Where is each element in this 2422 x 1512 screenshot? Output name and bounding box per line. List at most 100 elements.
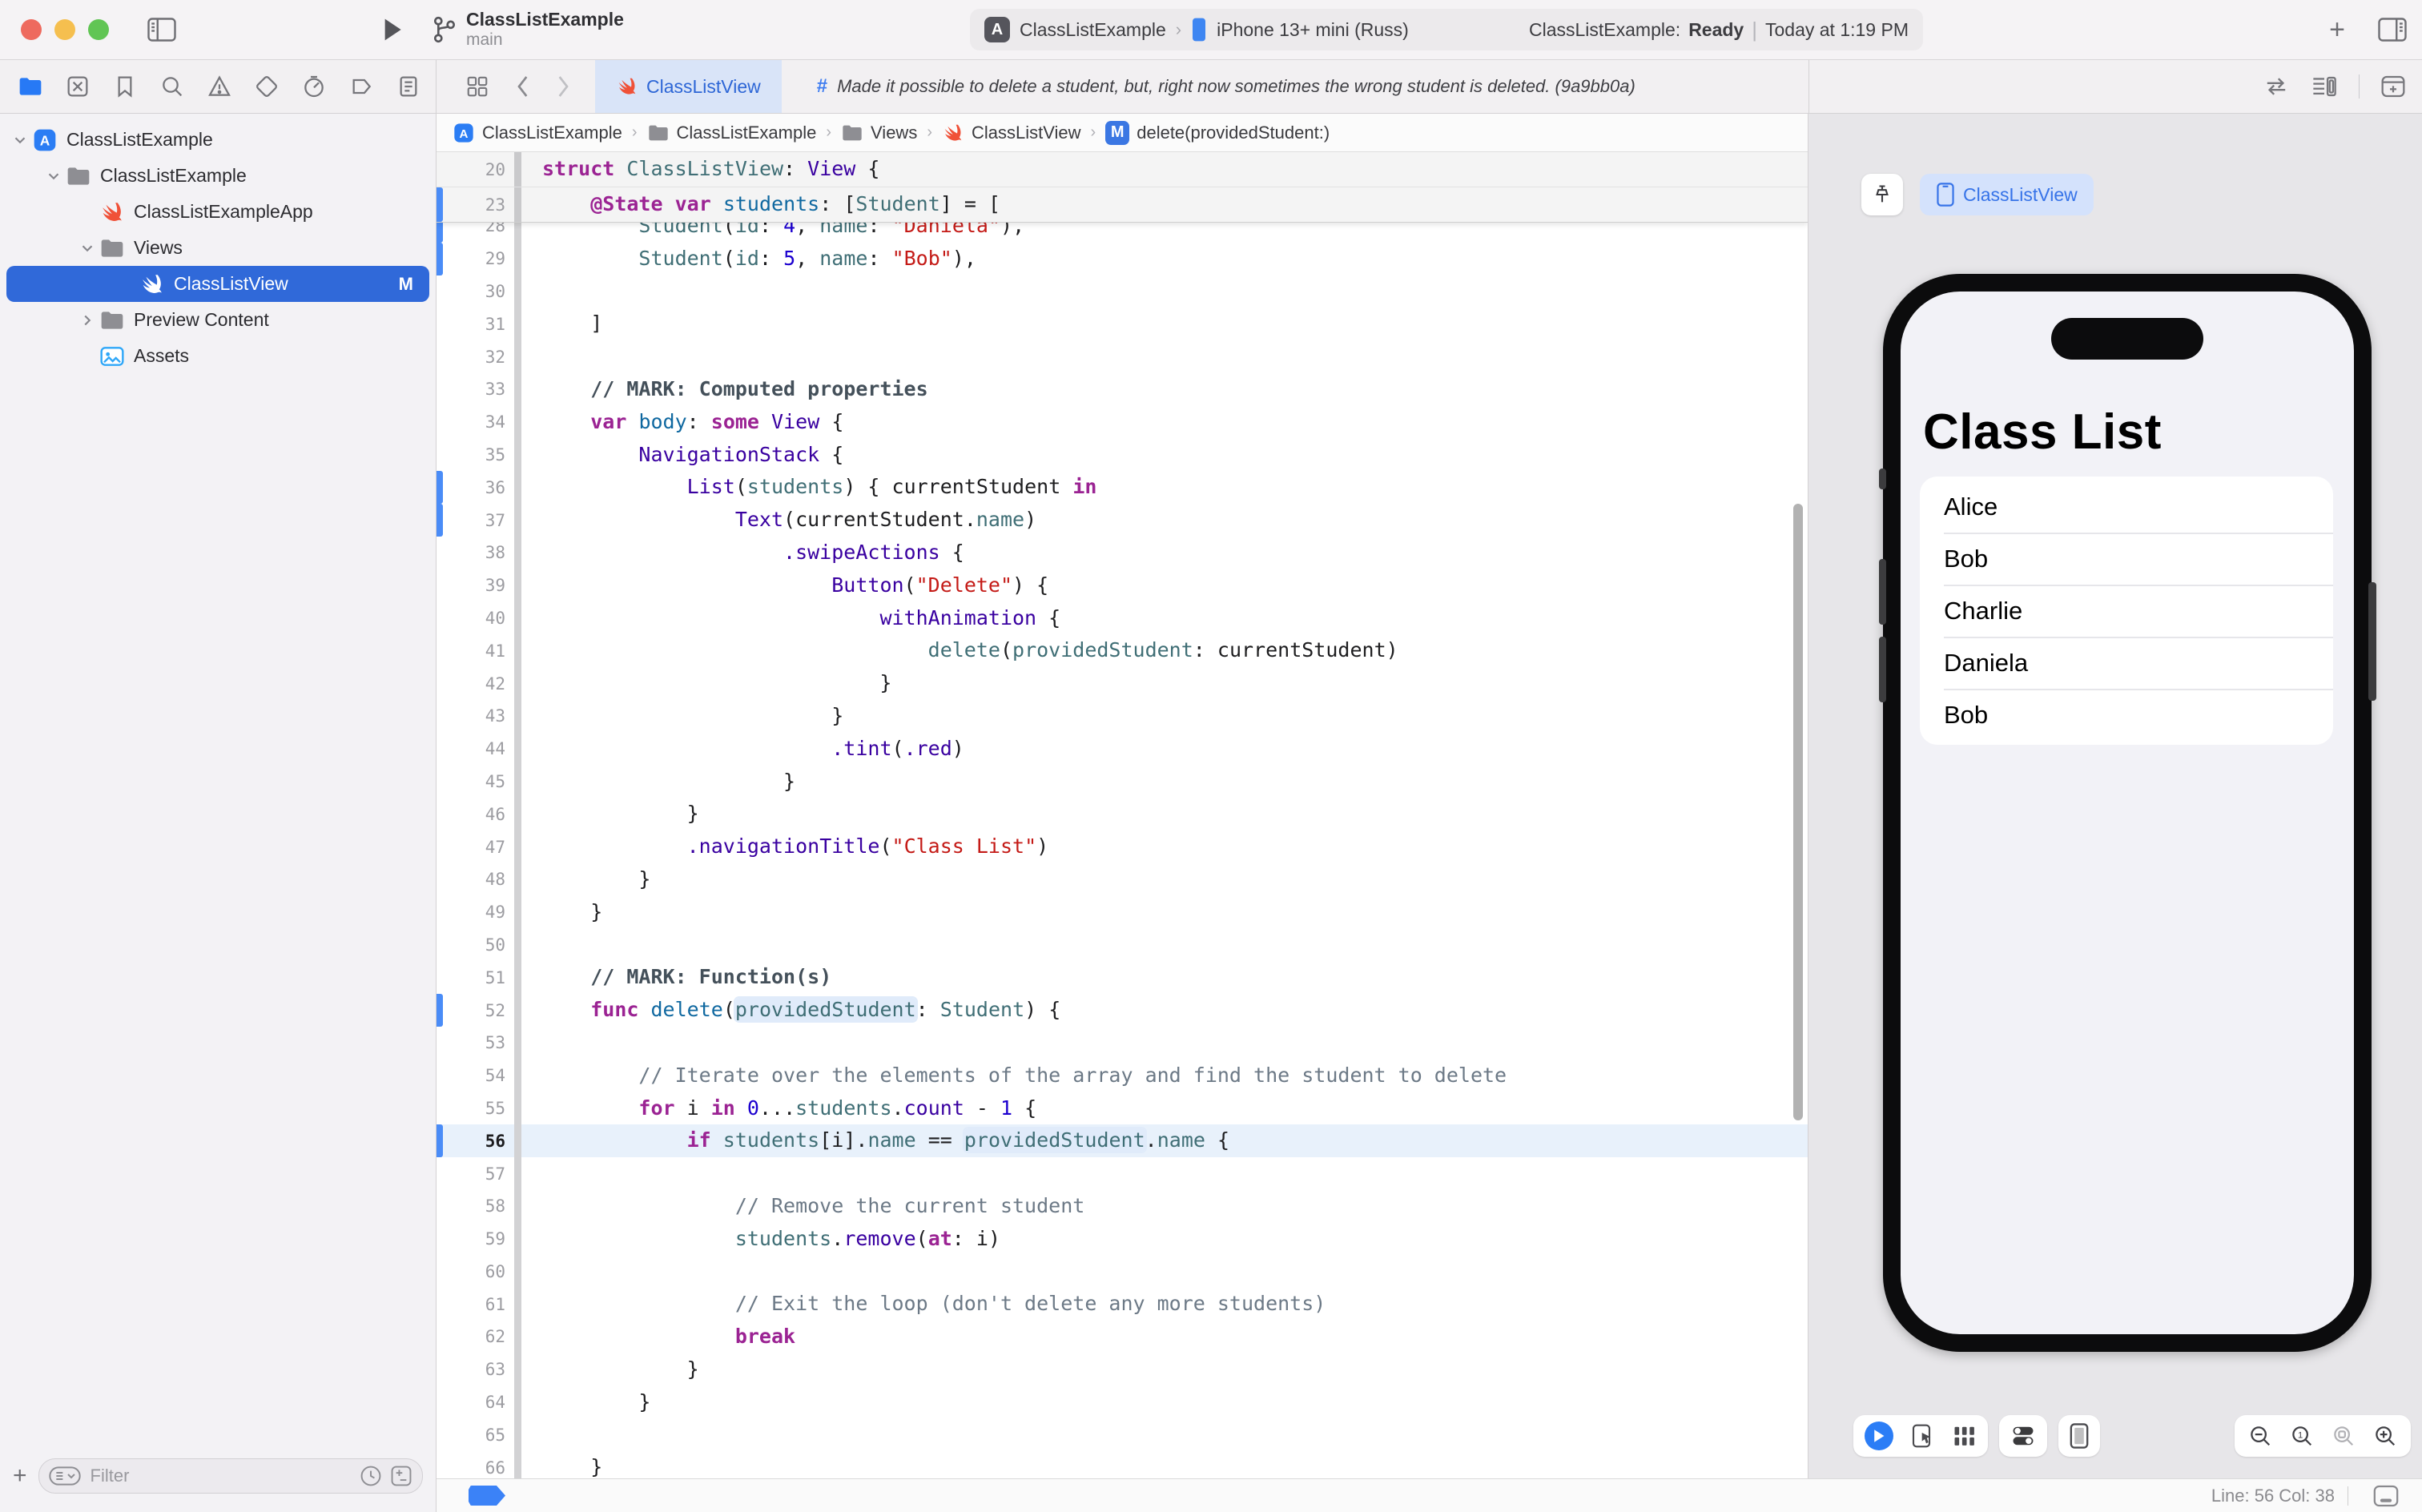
line-number[interactable]: 57 [443, 1164, 512, 1184]
fold-ribbon[interactable] [512, 438, 525, 472]
line-number[interactable]: 62 [443, 1327, 512, 1346]
line-number[interactable]: 63 [443, 1360, 512, 1379]
breadcrumb-item-3[interactable]: Views [841, 122, 917, 144]
code-line-62[interactable]: 62 break [437, 1321, 1808, 1353]
fold-ribbon[interactable] [512, 634, 525, 667]
line-number[interactable]: 66 [443, 1458, 512, 1478]
fold-ribbon[interactable] [512, 1353, 525, 1386]
fold-ribbon[interactable] [512, 221, 525, 243]
code-line-29[interactable]: 29 Student(id: 5, name: "Bob"), [437, 242, 1808, 275]
line-number[interactable]: 41 [443, 641, 512, 661]
fold-ribbon[interactable] [512, 471, 525, 504]
go-forward-icon[interactable] [555, 74, 573, 99]
line-number[interactable]: 61 [443, 1295, 512, 1314]
line-number[interactable]: 65 [443, 1426, 512, 1445]
line-number[interactable]: 51 [443, 968, 512, 987]
close-window-button[interactable] [21, 19, 42, 40]
code-line-38[interactable]: 38 .swipeActions { [437, 536, 1808, 569]
student-row[interactable]: Bob [1920, 533, 2333, 585]
go-back-icon[interactable] [513, 74, 531, 99]
line-number[interactable]: 32 [443, 348, 512, 367]
filter-input[interactable] [88, 1465, 352, 1487]
selectable-mode-icon[interactable] [1911, 1423, 1935, 1449]
fold-ribbon[interactable] [512, 798, 525, 830]
code-line-35[interactable]: 35 NavigationStack { [437, 438, 1808, 472]
fold-ribbon[interactable] [512, 340, 525, 373]
fold-ribbon[interactable] [512, 994, 525, 1027]
code-line-63[interactable]: 63 } [437, 1353, 1808, 1386]
sidebar-item-classlistexample[interactable]: A ClassListExample [0, 122, 436, 158]
fold-ribbon[interactable] [512, 1026, 525, 1060]
tab-classlistview[interactable]: ClassListView [595, 60, 782, 113]
line-number[interactable]: 23 [443, 195, 512, 215]
zoom-out-button[interactable] [2243, 1418, 2278, 1454]
project-navigator-icon[interactable] [18, 74, 43, 99]
toggle-inspector-icon[interactable] [2377, 18, 2408, 42]
related-items-icon[interactable] [465, 74, 489, 99]
line-number[interactable]: 50 [443, 935, 512, 955]
code-line-41[interactable]: 41 delete(providedStudent: currentStuden… [437, 634, 1808, 667]
run-button[interactable] [381, 17, 404, 42]
line-number[interactable]: 33 [443, 380, 512, 399]
disclosure-triangle-icon[interactable] [45, 167, 66, 185]
fold-ribbon[interactable] [512, 830, 525, 863]
code-line-34[interactable]: 34 var body: some View { [437, 405, 1808, 439]
line-number[interactable]: 36 [443, 478, 512, 497]
code-line-51[interactable]: 51 // MARK: Function(s) [437, 961, 1808, 994]
line-number[interactable]: 28 [443, 221, 512, 235]
fold-ribbon[interactable] [512, 152, 525, 187]
line-number[interactable]: 29 [443, 249, 512, 268]
disclosure-triangle-icon[interactable] [78, 239, 99, 257]
breadcrumb-item-4[interactable]: ClassListView [942, 122, 1081, 144]
fold-ribbon[interactable] [512, 405, 525, 439]
line-number[interactable]: 53 [443, 1033, 512, 1052]
add-file-button[interactable]: + [13, 1462, 27, 1490]
fold-ribbon[interactable] [512, 667, 525, 700]
code-line-59[interactable]: 59 students.remove(at: i) [437, 1222, 1808, 1256]
code-line-48[interactable]: 48 } [437, 863, 1808, 896]
new-tab-button[interactable]: + [2329, 14, 2345, 46]
line-number[interactable]: 49 [443, 903, 512, 922]
line-number[interactable]: 58 [443, 1196, 512, 1216]
line-number[interactable]: 39 [443, 576, 512, 595]
code-review-icon[interactable] [2263, 75, 2290, 98]
code-line-61[interactable]: 61 // Exit the loop (don't delete any mo… [437, 1288, 1808, 1321]
commit-message[interactable]: # Made it possible to delete a student, … [817, 60, 1635, 113]
source-control-widget[interactable]: ClassListExample main [431, 10, 624, 49]
fold-ribbon[interactable] [512, 1222, 525, 1256]
code-line-45[interactable]: 45 } [437, 765, 1808, 798]
add-editor-icon[interactable] [2380, 74, 2406, 99]
zoom-fit-button[interactable] [2326, 1418, 2361, 1454]
line-number[interactable]: 45 [443, 772, 512, 791]
fold-ribbon[interactable] [512, 895, 525, 929]
editor-scrollbar[interactable] [1793, 504, 1803, 1120]
code-line-47[interactable]: 47 .navigationTitle("Class List") [437, 830, 1808, 863]
code-line-53[interactable]: 53 [437, 1026, 1808, 1060]
disclosure-triangle-icon[interactable] [11, 131, 32, 149]
disclosure-triangle-icon[interactable] [78, 312, 99, 329]
student-row[interactable]: Daniela [1920, 637, 2333, 689]
code-line-28[interactable]: 28 Student(id: 4, name: "Daniela"), [437, 221, 1808, 243]
student-row[interactable]: Bob [1920, 689, 2333, 741]
code-line-56[interactable]: 56 if students[i].name == providedStuden… [437, 1124, 1808, 1158]
fold-ribbon[interactable] [512, 275, 525, 308]
line-number[interactable]: 48 [443, 870, 512, 889]
code-line-36[interactable]: 36 List(students) { currentStudent in [437, 471, 1808, 505]
code-line-30[interactable]: 30 [437, 275, 1808, 308]
run-destination[interactable]: iPhone 13+ mini (Russ) [1217, 19, 1409, 41]
fold-ribbon[interactable] [512, 187, 525, 222]
fold-ribbon[interactable] [512, 242, 525, 275]
breadcrumb-item-2[interactable]: ClassListExample [647, 122, 816, 144]
code-line-52[interactable]: 52 func delete(providedStudent: Student)… [437, 994, 1808, 1027]
sidebar-item-assets[interactable]: Assets [0, 338, 436, 374]
fold-ribbon[interactable] [512, 732, 525, 766]
fold-ribbon[interactable] [512, 1321, 525, 1353]
code-line-23[interactable]: 23 @State var students: [Student] = [ [437, 187, 1808, 223]
line-number[interactable]: 35 [443, 445, 512, 464]
code-line-60[interactable]: 60 [437, 1255, 1808, 1289]
fold-ribbon[interactable] [512, 961, 525, 994]
fold-ribbon[interactable] [512, 765, 525, 798]
code-line-66[interactable]: 66 } [437, 1451, 1808, 1478]
code-line-65[interactable]: 65 [437, 1418, 1808, 1452]
line-number[interactable]: 30 [443, 282, 512, 301]
